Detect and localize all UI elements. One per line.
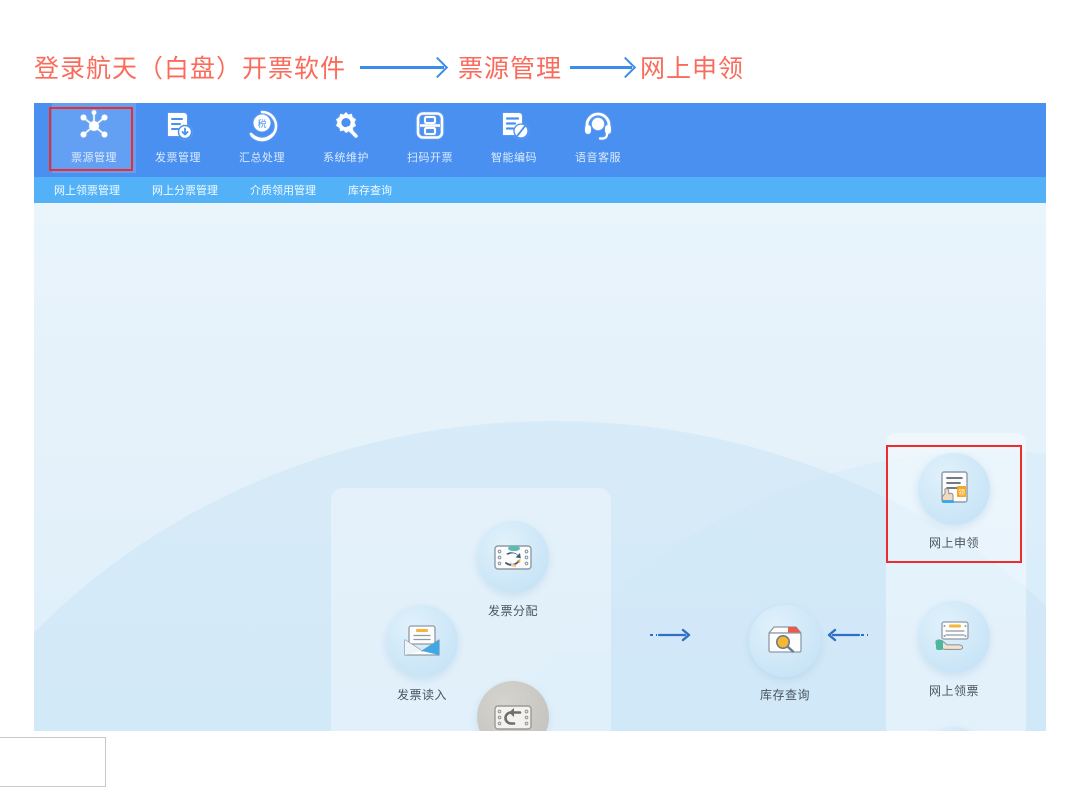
node-online-split-invoice[interactable]: 网上分票 xyxy=(899,727,1009,731)
toolbar-label: 智能编码 xyxy=(491,151,537,164)
annotation-step-1: 登录航天（白盘）开票软件 xyxy=(34,54,347,83)
submenu-bar: 网上领票管理 网上分票管理 介质领用管理 库存查询 xyxy=(34,177,1046,203)
node-online-receive-invoice[interactable]: 网上领票 xyxy=(899,601,1009,699)
toolbar-item-ticket-source[interactable]: 票源管理 xyxy=(52,103,136,173)
ticket-source-dashboard: 发票分配 发票读入 库存查询 领 网上申领 网上领票 xyxy=(34,203,1046,731)
toolbar-item-scan-code-invoice[interactable]: 扫码开票 xyxy=(388,103,472,173)
node-online-application[interactable]: 领 网上申领 xyxy=(899,453,1009,551)
node-invoice-return[interactable]: 发票退回 xyxy=(458,681,568,731)
svg-text:税: 税 xyxy=(257,118,266,129)
toolbar-item-system-maintenance[interactable]: 系统维护 xyxy=(304,103,388,173)
submenu-item-online-split-management[interactable]: 网上分票管理 xyxy=(152,182,218,198)
toolbar-label: 扫码开票 xyxy=(407,151,453,164)
toolbar-item-voice-support[interactable]: 语音客服 xyxy=(556,103,640,173)
toolbar-label: 发票管理 xyxy=(155,151,201,164)
invoice-return-icon xyxy=(477,681,549,731)
toolbar-label: 系统维护 xyxy=(323,151,369,164)
invoice-document-icon xyxy=(161,109,195,143)
scan-code-icon xyxy=(413,109,447,143)
node-label: 网上申领 xyxy=(928,536,979,550)
inventory-search-box-icon xyxy=(749,605,821,677)
submenu-item-online-receive-management[interactable]: 网上领票管理 xyxy=(54,182,120,198)
invoice-import-icon xyxy=(386,605,458,677)
toolbar-label: 语音客服 xyxy=(575,151,621,164)
online-receive-invoice-icon xyxy=(918,601,990,673)
tax-summary-icon: 税 xyxy=(245,109,279,143)
node-label: 发票读入 xyxy=(396,688,447,702)
gear-wrench-icon xyxy=(329,109,363,143)
node-label: 库存查询 xyxy=(759,688,810,702)
toolbar-label: 票源管理 xyxy=(71,151,117,164)
annotation-step-3: 网上申领 xyxy=(640,54,745,83)
invoice-distribute-icon xyxy=(477,521,549,593)
toolbar-item-invoice-management[interactable]: 发票管理 xyxy=(136,103,220,173)
annotation-step-2: 票源管理 xyxy=(458,54,563,83)
background-window-fragment xyxy=(0,737,106,787)
headset-support-icon xyxy=(581,109,615,143)
dashed-arrow-right xyxy=(649,627,695,643)
toolbar-item-summary-processing[interactable]: 税 汇总处理 xyxy=(220,103,304,173)
submenu-item-media-usage-management[interactable]: 介质领用管理 xyxy=(250,182,316,198)
toolbar-label: 汇总处理 xyxy=(239,151,285,164)
node-label: 发票分配 xyxy=(487,604,538,618)
main-toolbar: 票源管理 发票管理 税 汇总处理 系统维护 扫码开票 智能编码 语音客服 xyxy=(34,103,1046,177)
dashed-arrow-left xyxy=(823,627,869,643)
annotation-arrow-2 xyxy=(570,57,633,77)
node-inventory-query[interactable]: 库存查询 xyxy=(730,605,840,703)
network-nodes-icon xyxy=(77,109,111,143)
svg-text:领: 领 xyxy=(958,488,965,497)
submenu-item-inventory-query[interactable]: 库存查询 xyxy=(348,182,392,198)
online-split-invoice-icon xyxy=(918,727,990,731)
toolbar-item-smart-coding[interactable]: 智能编码 xyxy=(472,103,556,173)
instruction-annotation: 登录航天（白盘）开票软件 票源管理 网上申领 xyxy=(0,38,1080,96)
smart-coding-icon xyxy=(497,109,531,143)
online-application-icon: 领 xyxy=(918,453,990,525)
invoicing-software-window: 票源管理 发票管理 税 汇总处理 系统维护 扫码开票 智能编码 语音客服 网上领… xyxy=(34,103,1046,731)
node-label: 网上领票 xyxy=(928,684,979,698)
annotation-arrow-1 xyxy=(360,57,445,77)
